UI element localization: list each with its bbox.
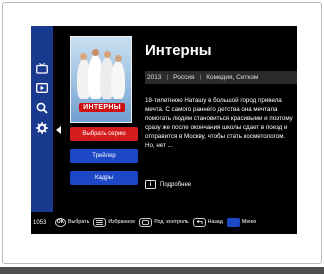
movie-meta: 2013 | Россия | Комедия, Ситком [145, 71, 297, 84]
hint-favorites: Избранное [93, 217, 136, 227]
channel-number: 1053 [33, 220, 47, 226]
ok-button-icon: OK [55, 217, 66, 227]
select-episode-button[interactable]: Выбрать серию [70, 127, 138, 141]
hint-back-label: Назад [207, 219, 223, 225]
more-details-label: Подробнее [160, 181, 192, 188]
selection-arrow-icon [56, 126, 61, 134]
frames-button[interactable]: Кадры [70, 171, 138, 185]
back-icon [192, 217, 206, 227]
movie-genres: Комедия, Ситком [206, 74, 259, 81]
play-icon[interactable] [34, 80, 50, 96]
tv-icon[interactable] [34, 60, 50, 76]
page: 1053 ИНТЕРНЫ Выбрать серию Трейлер Кадры… [0, 0, 324, 274]
hint-select: OK Выбрать [55, 217, 90, 227]
gear-icon[interactable] [34, 120, 50, 136]
meta-separator: | [199, 74, 202, 81]
poster-title: ИНТЕРНЫ [79, 103, 125, 112]
meta-separator: | [166, 74, 169, 81]
more-details[interactable]: i Подробнее [145, 180, 191, 189]
sidebar [31, 26, 53, 212]
movie-year: 2013 [147, 74, 162, 81]
list-icon [93, 217, 107, 227]
tv-screen: 1053 ИНТЕРНЫ Выбрать серию Трейлер Кадры… [31, 26, 297, 234]
hint-favorites-label: Избранное [108, 219, 136, 225]
bottom-bar [0, 267, 324, 274]
footer-hints: OK Выбрать Избранное Род. контроль Назад… [55, 214, 297, 230]
info-icon: i [145, 180, 156, 189]
trailer-button[interactable]: Трейлер [70, 149, 138, 163]
movie-description: 18-тилетнюю Наташу в большой город приве… [145, 97, 293, 149]
hint-menu: Меню [226, 217, 257, 227]
menu-key-icon [226, 217, 240, 227]
movie-title: Интерны [145, 42, 212, 59]
hint-select-label: Выбрать [68, 219, 90, 225]
search-icon[interactable] [34, 100, 50, 116]
hint-back: Назад [192, 217, 223, 227]
movie-country: Россия [173, 74, 195, 81]
hint-menu-label: Меню [241, 219, 257, 225]
hint-parental-label: Род. контроль [154, 219, 189, 225]
hint-parental: Род. контроль [139, 217, 189, 227]
movie-poster: ИНТЕРНЫ [70, 36, 132, 123]
parental-control-icon [139, 217, 153, 227]
